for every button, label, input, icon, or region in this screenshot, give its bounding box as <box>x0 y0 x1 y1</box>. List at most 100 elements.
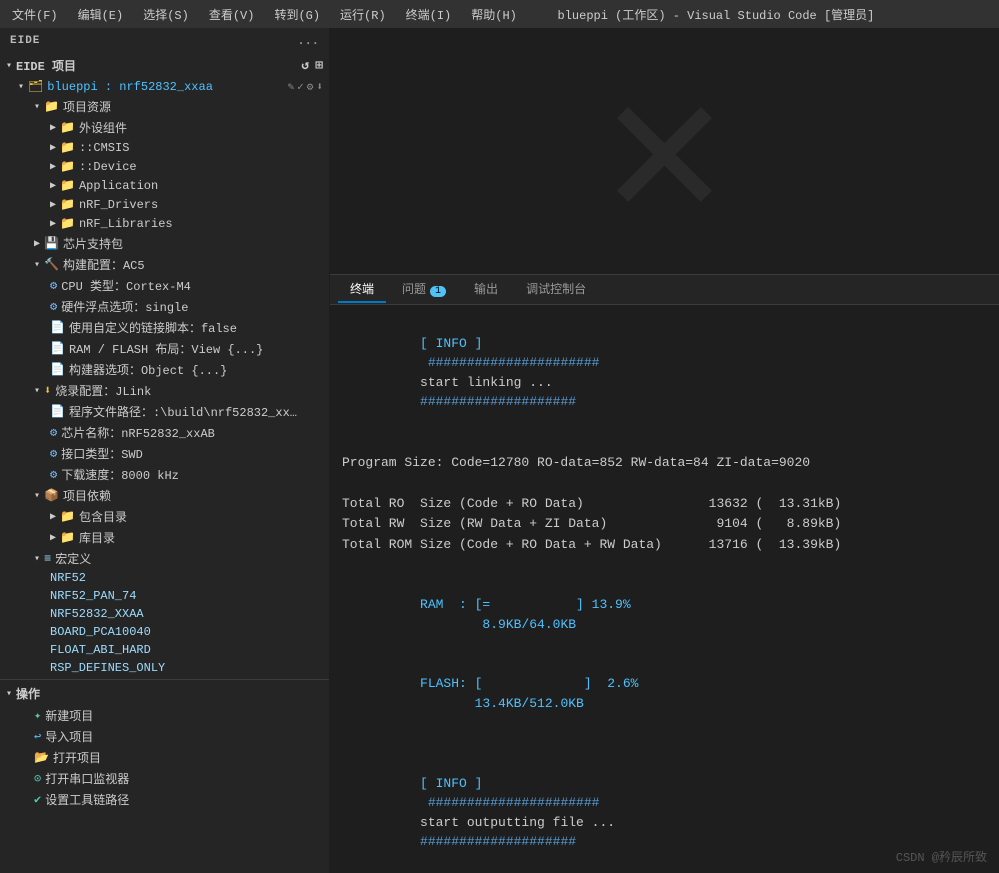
op-new-project[interactable]: ✦ 新建项目 <box>0 705 329 726</box>
folder-icon: 📁 <box>60 140 75 155</box>
editor-area: ✕ 终端 问题1 输出 调试控制台 [ INFO ] #############… <box>330 28 999 873</box>
tree-item-cmsis[interactable]: ▶ 📁 ::CMSIS <box>0 138 329 157</box>
tab-terminal[interactable]: 终端 <box>338 276 386 303</box>
flash-icon[interactable]: ⬇ <box>316 80 323 94</box>
tree-item-rsp-defines[interactable]: RSP_DEFINES_ONLY <box>0 659 329 677</box>
menu-terminal[interactable]: 终端(I) <box>402 4 456 25</box>
tree-item-builder-options[interactable]: 📄 构建器选项：Object {...} <box>0 359 329 380</box>
tree-item-chip-name[interactable]: ⚙ 芯片名称：nRF52832_xxAB <box>0 422 329 443</box>
check-icon[interactable]: ✓ <box>297 80 304 94</box>
main-layout: EIDE ... ▾ EIDE 项目 ↺ ⊞ ▾ 🗂 blueppi : nrf… <box>0 28 999 873</box>
op-label: 打开串口监视器 <box>45 770 129 787</box>
tree-item-prog-path[interactable]: 📄 程序文件路径：:\build\nrf52832_xxaa\bl... <box>0 401 329 422</box>
menu-view[interactable]: 查看(V) <box>205 4 259 25</box>
tree-item-nrf-drivers[interactable]: ▶ 📁 nRF_Drivers <box>0 195 329 214</box>
menu-bar[interactable]: 文件(F) 编辑(E) 选择(S) 查看(V) 转到(G) 运行(R) 终端(I… <box>8 4 521 25</box>
tree-item-lib-dirs[interactable]: ▶ 📁 库目录 <box>0 527 329 548</box>
tree-item-nrf52832-xxaa[interactable]: NRF52832_XXAA <box>0 605 329 623</box>
tree-item-fpu[interactable]: ⚙ 硬件浮点选项：single <box>0 296 329 317</box>
menu-run[interactable]: 运行(R) <box>336 4 390 25</box>
op-import-project[interactable]: ↩ 导入项目 <box>0 726 329 747</box>
item-label: Application <box>79 179 158 193</box>
tab-debug-console[interactable]: 调试控制台 <box>514 276 598 303</box>
tree-item-board-pca10040[interactable]: BOARD_PCA10040 <box>0 623 329 641</box>
term-line <box>342 734 987 754</box>
tree-item-build-config[interactable]: ▾ 🔨 构建配置：AC5 <box>0 254 329 275</box>
term-line-info2: [ INFO ] ###################### start ou… <box>342 754 987 871</box>
menu-select[interactable]: 选择(S) <box>139 4 193 25</box>
file-icon: 📄 <box>50 320 65 335</box>
tree-item-interface[interactable]: ⚙ 接口类型：SWD <box>0 443 329 464</box>
folder-icon: 📁 <box>60 120 75 135</box>
tree-item-dep[interactable]: ▾ 📦 项目依赖 <box>0 485 329 506</box>
tree-item-application[interactable]: ▶ 📁 Application <box>0 176 329 195</box>
chevron-down-icon: ▾ <box>6 688 12 700</box>
item-label: nRF_Drivers <box>79 198 158 212</box>
tree-item-include-dirs[interactable]: ▶ 📁 包含目录 <box>0 506 329 527</box>
terminal-tabs: 终端 问题1 输出 调试控制台 <box>330 275 999 305</box>
menu-file[interactable]: 文件(F) <box>8 4 62 25</box>
tree-item-ram-flash[interactable]: 📄 RAM / FLASH 布局：View {...} <box>0 338 329 359</box>
op-serial-monitor[interactable]: ⊙ 打开串口监视器 <box>0 768 329 789</box>
folder-icon: 📁 <box>60 509 75 524</box>
tree-item-chip-support[interactable]: ▶ 💾 芯片支持包 <box>0 233 329 254</box>
new-file-icon[interactable]: ⊞ <box>315 58 323 73</box>
tree-item-nrf52-pan74[interactable]: NRF52_PAN_74 <box>0 587 329 605</box>
tree-item-peripheral[interactable]: ▶ 📁 外设组件 <box>0 117 329 138</box>
item-label: 宏定义 <box>55 550 91 567</box>
editor-main: ✕ <box>330 28 999 274</box>
terminal-content[interactable]: [ INFO ] ###################### start li… <box>330 305 999 873</box>
serial-icon: ⊙ <box>34 771 41 786</box>
term-line-flash: FLASH: [ ] 2.6% 13.4KB/512.0KB <box>342 655 987 733</box>
op-toolchain-path[interactable]: ✔ 设置工具链路径 <box>0 789 329 810</box>
folder-icon: 📁 <box>60 159 75 174</box>
edit-icon[interactable]: ✎ <box>288 80 295 94</box>
tree-item-nrf52[interactable]: NRF52 <box>0 569 329 587</box>
item-label: 烧录配置：JLink <box>55 382 151 399</box>
tab-problems[interactable]: 问题1 <box>390 276 458 303</box>
gear-icon: ⚙ <box>50 467 57 482</box>
build-icon[interactable]: ⚙ <box>307 80 314 94</box>
tree-item-flash-config[interactable]: ▾ ⬇ 烧录配置：JLink <box>0 380 329 401</box>
file-icon: 📄 <box>50 362 65 377</box>
refresh-icon[interactable]: ↺ <box>301 58 309 73</box>
settings-icon: ✔ <box>34 792 41 807</box>
project-name: blueppi : nrf52832_xxaa <box>47 80 213 94</box>
tree-item-device[interactable]: ▶ 📁 ::Device <box>0 157 329 176</box>
chevron-down-icon: ▾ <box>34 259 40 271</box>
tree-item-custom-link[interactable]: 📄 使用自定义的链接脚本：false <box>0 317 329 338</box>
item-label: 硬件浮点选项：single <box>61 298 188 315</box>
tree-item-speed[interactable]: ⚙ 下载速度：8000 kHz <box>0 464 329 485</box>
sidebar-content[interactable]: ▾ EIDE 项目 ↺ ⊞ ▾ 🗂 blueppi : nrf52832_xxa… <box>0 54 329 873</box>
sidebar-more[interactable]: ... <box>297 34 319 48</box>
sidebar-header: EIDE ... <box>0 28 329 54</box>
tree-item-macros[interactable]: ▾ ≡ 宏定义 <box>0 548 329 569</box>
menu-edit[interactable]: 编辑(E) <box>74 4 128 25</box>
term-line <box>342 555 987 575</box>
tree-item-resources[interactable]: ▾ 📁 项目资源 <box>0 96 329 117</box>
tree-item-cpu-type[interactable]: ⚙ CPU 类型：Cortex-M4 <box>0 275 329 296</box>
folder-icon: 📁 <box>60 197 75 212</box>
tree-item-nrf-libraries[interactable]: ▶ 📁 nRF_Libraries <box>0 214 329 233</box>
menu-help[interactable]: 帮助(H) <box>467 4 521 25</box>
editor-watermark: ✕ <box>604 28 724 274</box>
tree-item-float-abi[interactable]: FLOAT_ABI_HARD <box>0 641 329 659</box>
term-line: Total RO Size (Code + RO Data) 13632 ( 1… <box>342 494 987 514</box>
flash-icon: ⬇ <box>44 383 51 398</box>
section-ops-header[interactable]: ▾ 操作 <box>0 682 329 705</box>
op-label: 新建项目 <box>45 707 93 724</box>
item-label: ::CMSIS <box>79 141 129 155</box>
item-label: 芯片支持包 <box>63 235 123 252</box>
item-label: NRF52832_XXAA <box>50 607 144 621</box>
folder-icon: 📁 <box>60 530 75 545</box>
op-open-project[interactable]: 📂 打开项目 <box>0 747 329 768</box>
macro-icon: ≡ <box>44 552 51 566</box>
tab-output[interactable]: 输出 <box>462 276 510 303</box>
menu-goto[interactable]: 转到(G) <box>270 4 324 25</box>
section-eide-header[interactable]: ▾ EIDE 项目 ↺ ⊞ <box>0 54 329 77</box>
item-label: nRF_Libraries <box>79 217 173 231</box>
project-row[interactable]: ▾ 🗂 blueppi : nrf52832_xxaa ✎ ✓ ⚙ ⬇ <box>0 77 329 96</box>
section-ops-label: 操作 <box>16 685 40 702</box>
terminal-panel: 终端 问题1 输出 调试控制台 [ INFO ] ###############… <box>330 274 999 873</box>
item-label: 项目依赖 <box>63 487 111 504</box>
